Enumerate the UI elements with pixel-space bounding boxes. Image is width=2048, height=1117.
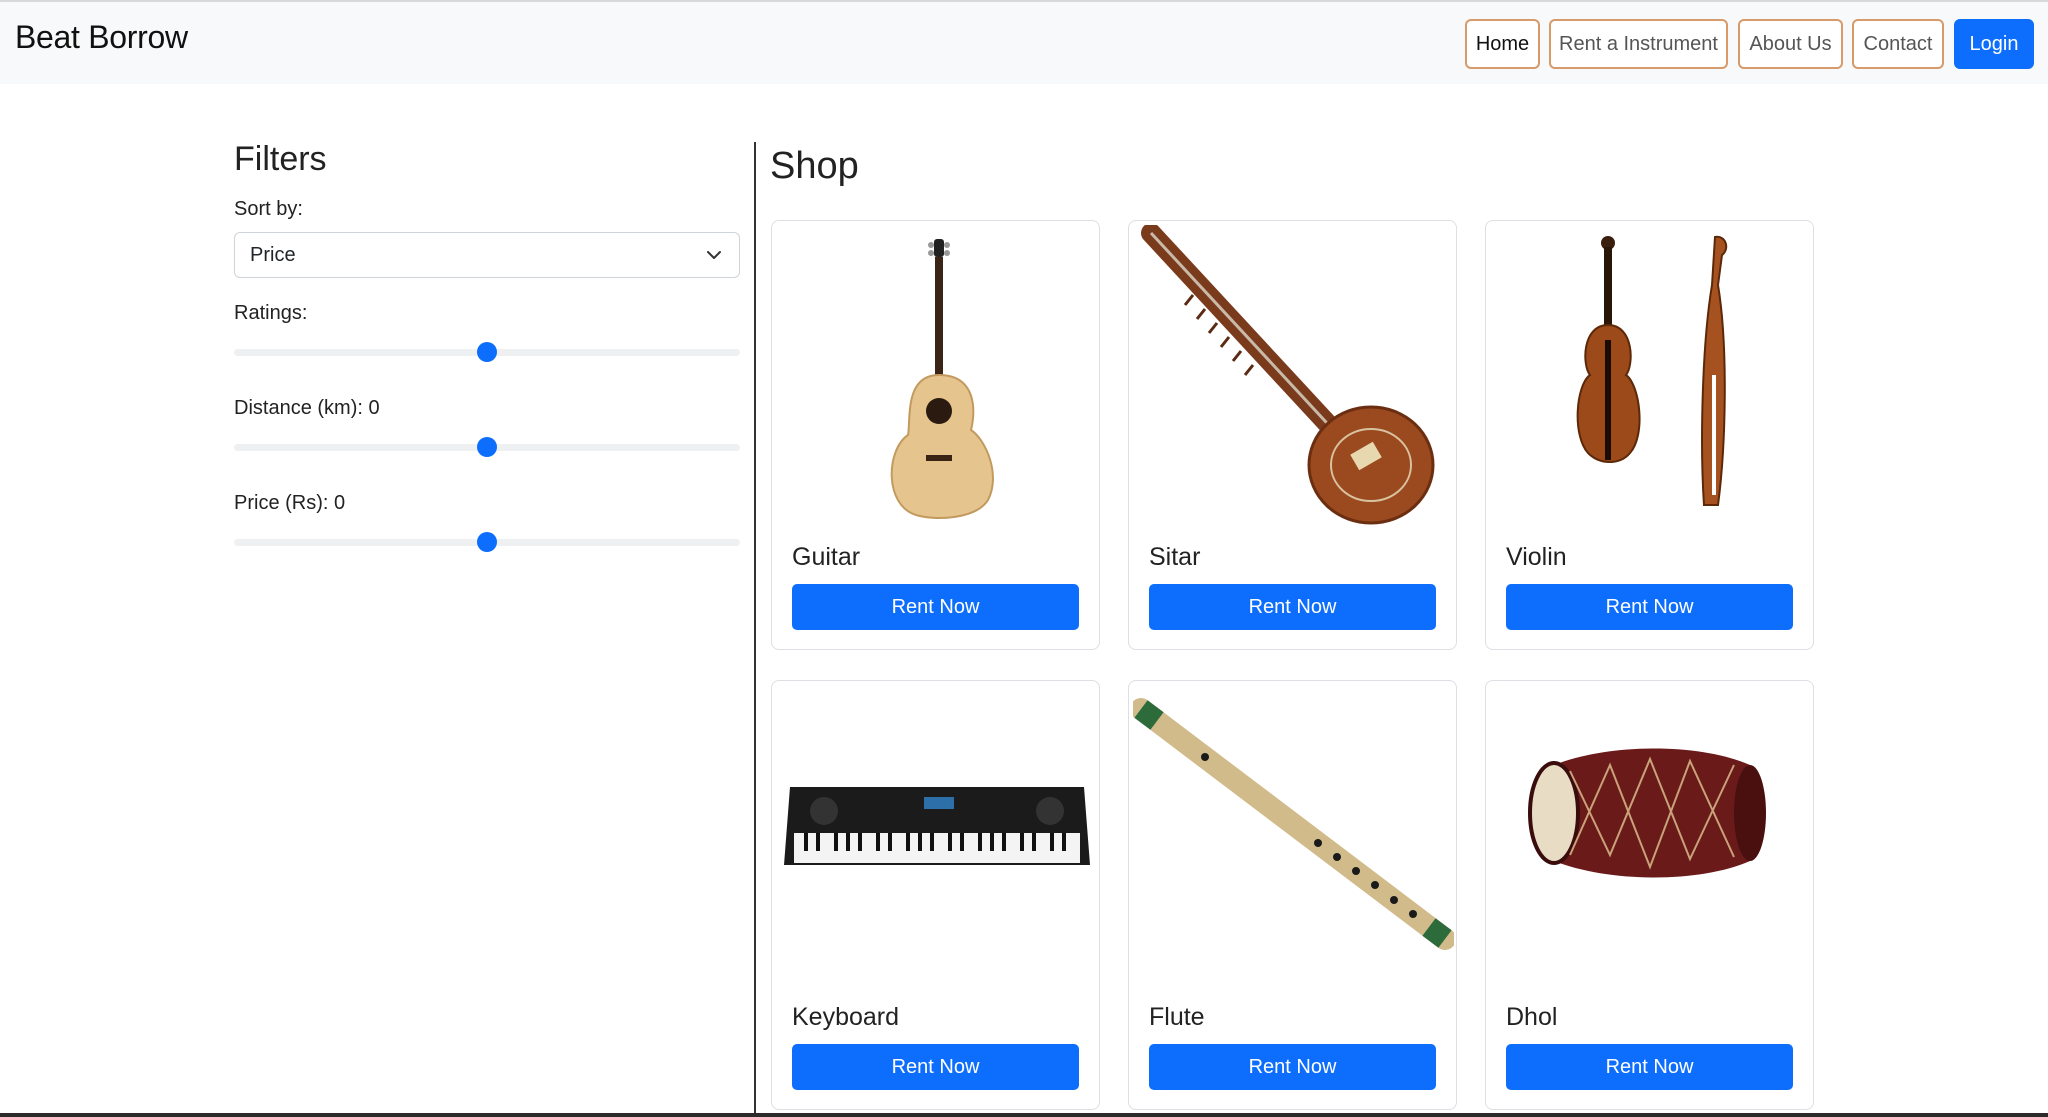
product-name: Flute: [1149, 1003, 1205, 1031]
sort-select-value: Price: [250, 243, 296, 266]
product-card-keyboard: Keyboard Rent Now: [771, 680, 1100, 1110]
rent-now-button[interactable]: Rent Now: [1149, 584, 1436, 630]
rent-now-button[interactable]: Rent Now: [792, 1044, 1079, 1090]
flute-image: [1133, 698, 1454, 950]
ratings-slider-thumb[interactable]: [477, 342, 497, 362]
rent-now-button[interactable]: Rent Now: [1506, 1044, 1793, 1090]
price-slider[interactable]: [234, 530, 740, 554]
product-card-dhol: Dhol Rent Now: [1485, 680, 1814, 1110]
rent-now-button[interactable]: Rent Now: [1506, 584, 1793, 630]
login-button[interactable]: Login: [1954, 19, 2034, 69]
navbar: Beat Borrow Home Rent a Instrument About…: [0, 2, 2048, 84]
dhol-image: [1528, 748, 1766, 878]
sort-by-label: Sort by:: [234, 198, 303, 220]
shop-title: Shop: [770, 145, 859, 187]
violin-image: [1576, 235, 1728, 506]
keyboard-image: [784, 787, 1090, 865]
product-card-flute: Flute Rent Now: [1128, 680, 1457, 1110]
nav-home-button[interactable]: Home: [1465, 19, 1540, 69]
sitar-image: [1141, 225, 1435, 525]
product-card-violin: Violin Rent Now: [1485, 220, 1814, 650]
product-card-sitar: Sitar Rent Now: [1128, 220, 1457, 650]
rent-now-button[interactable]: Rent Now: [1149, 1044, 1436, 1090]
ratings-label: Ratings:: [234, 302, 308, 324]
guitar-image: [890, 239, 994, 519]
distance-slider-thumb[interactable]: [477, 437, 497, 457]
product-name: Dhol: [1506, 1003, 1558, 1031]
price-slider-thumb[interactable]: [477, 532, 497, 552]
product-name: Keyboard: [792, 1003, 900, 1031]
window-bottom-edge: [0, 1113, 2048, 1117]
ratings-slider[interactable]: [234, 340, 740, 364]
rent-now-button[interactable]: Rent Now: [792, 584, 1079, 630]
product-name: Guitar: [792, 543, 861, 571]
product-card-guitar: Guitar Rent Now: [771, 220, 1100, 650]
nav-about-button[interactable]: About Us: [1738, 19, 1843, 69]
product-name: Violin: [1506, 543, 1567, 571]
nav-rent-button[interactable]: Rent a Instrument: [1549, 19, 1728, 69]
price-label: Price (Rs): 0: [234, 492, 346, 514]
distance-label: Distance (km): 0: [234, 397, 380, 419]
filters-panel: Filters Sort by: Price Ratings: Distance…: [234, 140, 740, 552]
brand-title[interactable]: Beat Borrow: [15, 19, 188, 56]
sort-select[interactable]: Price: [234, 232, 740, 278]
nav-contact-button[interactable]: Contact: [1852, 19, 1944, 69]
product-name: Sitar: [1149, 543, 1201, 571]
distance-slider[interactable]: [234, 435, 740, 459]
filters-title: Filters: [234, 140, 327, 178]
chevron-down-icon: [707, 251, 721, 259]
panel-divider: [754, 142, 756, 1117]
